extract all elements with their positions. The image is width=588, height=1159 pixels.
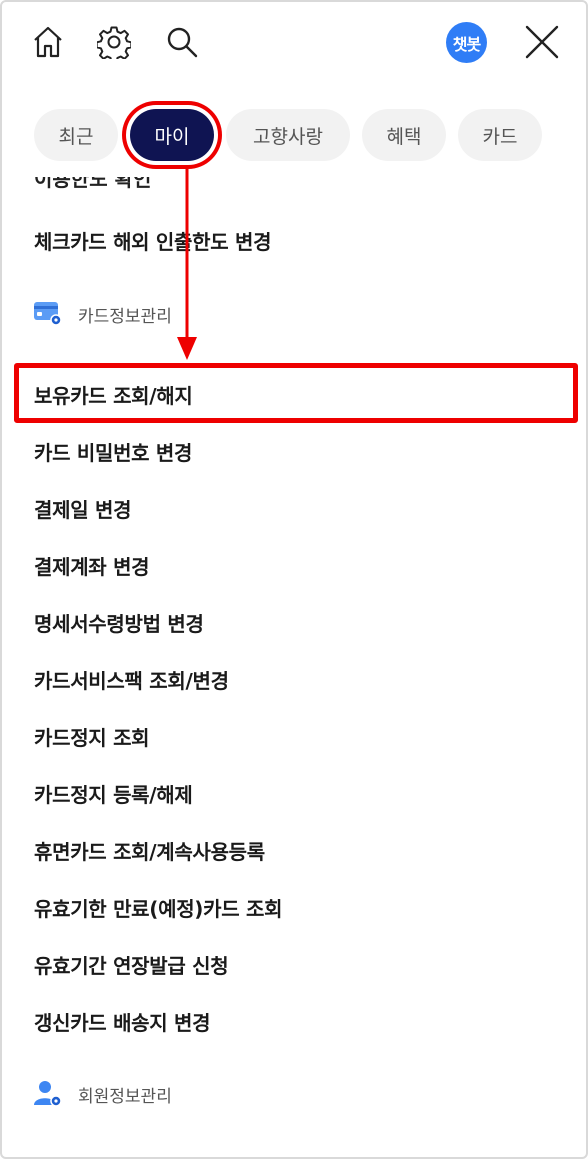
close-icon[interactable]: [520, 20, 564, 64]
category-tabs: 최근 마이 고향사랑 혜택 카드: [34, 109, 542, 161]
card-settings-icon: [34, 300, 64, 328]
menu-item-card-service-pack[interactable]: 카드서비스팩 조회/변경: [34, 665, 229, 694]
tab-hometown-love[interactable]: 고향사랑: [226, 109, 350, 161]
tab-card[interactable]: 카드: [458, 109, 542, 161]
gear-icon[interactable]: [96, 22, 132, 62]
menu-item-payment-account-change[interactable]: 결제계좌 변경: [34, 551, 150, 580]
chatbot-button[interactable]: 챗봇: [446, 22, 487, 63]
menu-item-card-password-change[interactable]: 카드 비밀번호 변경: [34, 437, 192, 466]
section-header-card-info: 카드정보관리: [34, 300, 172, 328]
tab-benefits[interactable]: 혜택: [362, 109, 446, 161]
header: 챗봇: [2, 2, 586, 84]
menu-item-payment-date-change[interactable]: 결제일 변경: [34, 494, 131, 523]
tab-my[interactable]: 마이: [130, 109, 214, 161]
menu-item-renewal-delivery-address[interactable]: 갱신카드 배송지 변경: [34, 1007, 211, 1036]
home-icon[interactable]: [30, 22, 66, 62]
menu-item-validity-extension[interactable]: 유효기간 연장발급 신청: [34, 950, 229, 979]
menu-item-dormant-card[interactable]: 휴면카드 조회/계속사용등록: [34, 836, 265, 865]
section-header-member-info: 회원정보관리: [34, 1080, 172, 1108]
user-settings-icon: [34, 1080, 64, 1108]
menu-item-expiring-card-view[interactable]: 유효기한 만료(예정)카드 조회: [34, 893, 283, 922]
tab-recent[interactable]: 최근: [34, 109, 118, 161]
menu-item-card-suspension-register[interactable]: 카드정지 등록/해제: [34, 779, 193, 808]
menu-item-partial[interactable]: 이용한도 확인: [34, 177, 151, 192]
section-label-card-info: 카드정보관리: [78, 306, 172, 327]
app-frame: 챗봇 최근 마이 고향사랑 혜택 카드 이용한도 확인 체크카드 해외 인출한도…: [0, 0, 588, 1159]
menu-item-owned-card-view-cancel[interactable]: 보유카드 조회/해지: [34, 380, 193, 409]
menu-item-statement-method-change[interactable]: 명세서수령방법 변경: [34, 608, 204, 637]
menu-item-card-suspension-view[interactable]: 카드정지 조회: [34, 722, 150, 751]
section-label-member-info: 회원정보관리: [78, 1086, 172, 1107]
menu-item-check-card-overseas-limit[interactable]: 체크카드 해외 인출한도 변경: [34, 226, 272, 255]
search-icon[interactable]: [164, 22, 200, 62]
menu-list[interactable]: 이용한도 확인 체크카드 해외 인출한도 변경 카드정보관리 보유카드 조회/해…: [2, 177, 586, 1157]
